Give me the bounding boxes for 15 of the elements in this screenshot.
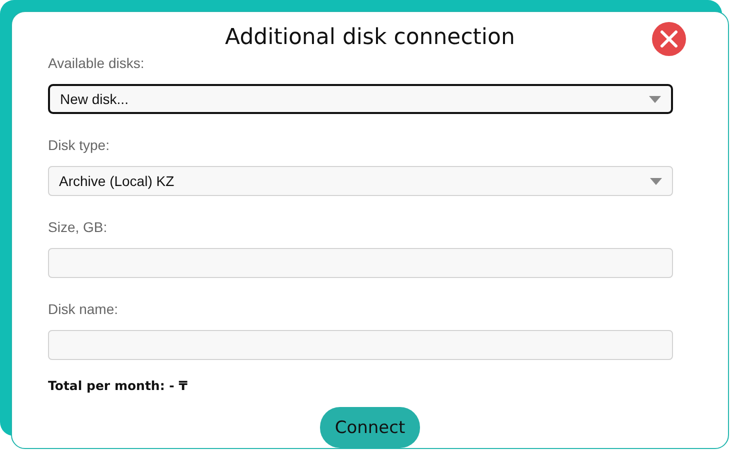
field-label: Disk type: xyxy=(48,136,110,154)
caret-icon xyxy=(650,178,662,185)
dropdown[interactable]: New disk... xyxy=(48,84,673,114)
input-field[interactable] xyxy=(48,330,673,360)
field-label: Disk name: xyxy=(48,300,120,318)
connect-button[interactable]: Connect xyxy=(320,407,420,448)
input-field[interactable] xyxy=(48,248,673,278)
close-button[interactable] xyxy=(652,22,686,56)
caret-icon xyxy=(649,96,661,103)
dialog-title: Additional disk connection xyxy=(225,24,515,52)
dropdown[interactable]: Archive (Local) KZ xyxy=(48,166,673,196)
close-icon xyxy=(660,30,678,48)
field-label: Available disks: xyxy=(48,54,146,72)
monthly-total: Total per month: - ₸ xyxy=(48,378,188,393)
field-label: Size, GB: xyxy=(48,218,108,236)
